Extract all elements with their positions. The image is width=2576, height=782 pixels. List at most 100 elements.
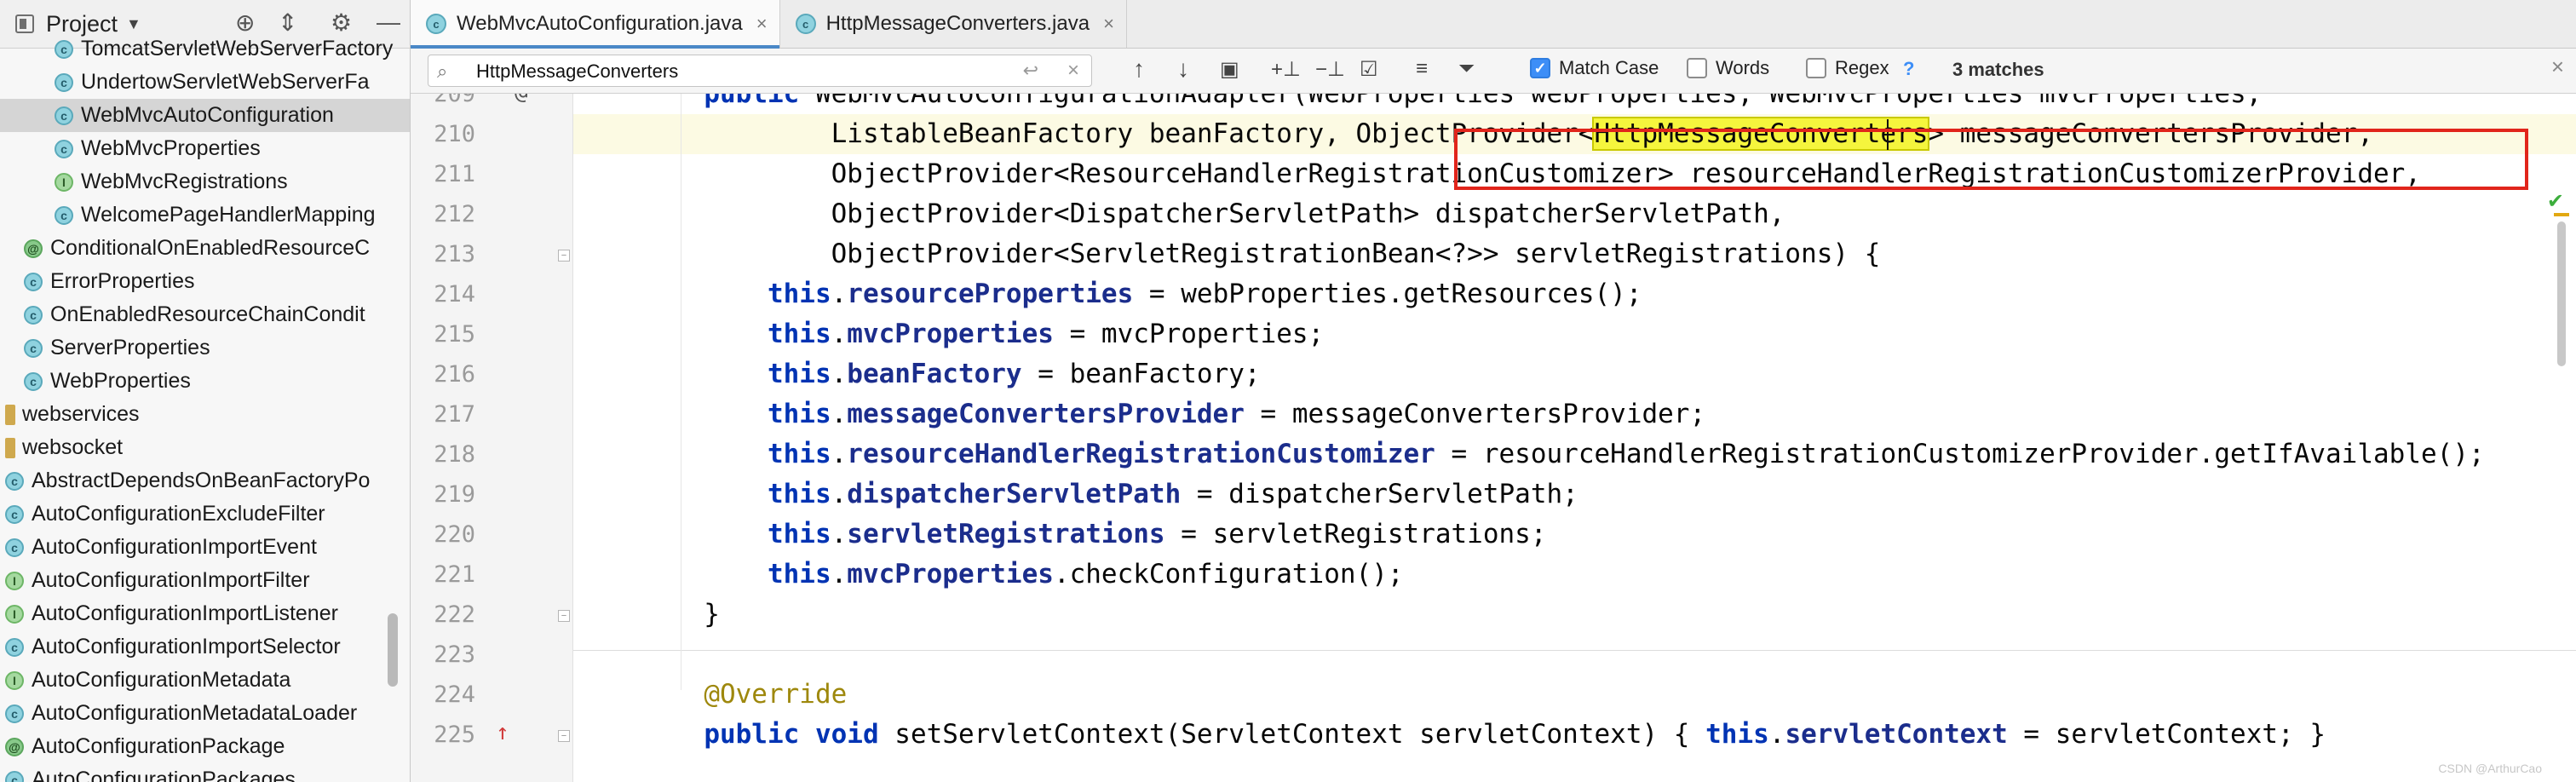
code-line[interactable]: public void setServletContext(ServletCon… (573, 715, 2576, 755)
close-icon[interactable]: × (2551, 54, 2564, 80)
tree-item[interactable]: c ErrorProperties (0, 265, 410, 298)
tree-item[interactable]: c UndertowServletWebServerFa (0, 66, 410, 99)
code-line[interactable]: this.mvcProperties = mvcProperties; (573, 314, 2576, 354)
match-case-checkbox[interactable]: ✓ Match Case (1530, 57, 1659, 79)
tree-item[interactable]: c AutoConfigurationMetadataLoader (0, 697, 410, 730)
words-checkbox[interactable]: Words (1687, 57, 1769, 79)
tree-item[interactable]: I AutoConfigurationImportFilter (0, 564, 410, 597)
fold-icon[interactable]: − (558, 610, 570, 622)
project-scrollbar[interactable] (388, 613, 398, 687)
code-token: this (767, 359, 831, 389)
close-icon[interactable]: × (1103, 13, 1114, 35)
tab-webmvcautoconfiguration[interactable]: c WebMvcAutoConfiguration.java × (411, 0, 780, 49)
tree-item[interactable]: c WebMvcProperties (0, 132, 410, 165)
tree-item-label: AutoConfigurationImportSelector (32, 635, 341, 658)
code-line[interactable]: this.mvcProperties.checkConfiguration(); (573, 555, 2576, 595)
code-token: resourceProperties (847, 279, 1134, 309)
code-area[interactable]: public WebMvcAutoConfigurationAdapter(We… (573, 94, 2576, 782)
next-occurrence-icon[interactable]: ↓ (1177, 55, 1189, 83)
new-line-icon[interactable]: ↩ (1023, 60, 1038, 82)
code-token: this (767, 439, 831, 469)
editor-scrollbar[interactable] (2557, 221, 2566, 366)
tab-label: HttpMessageConverters.java (825, 12, 1090, 35)
code-line[interactable]: ObjectProvider<ServletRegistrationBean<?… (573, 234, 2576, 274)
chevron-down-icon[interactable]: ▼ (126, 15, 141, 33)
tree-item[interactable]: c AutoConfigurationExcludeFilter (0, 497, 410, 531)
code-token: = messageConvertersProvider; (1244, 399, 1706, 429)
code-line[interactable]: @Override (573, 675, 2576, 715)
tree-item[interactable]: @ AutoConfigurationPackage (0, 730, 410, 763)
search-box[interactable]: ⌕ ↩ × (428, 55, 1092, 87)
regex-help-link[interactable]: ? (1903, 58, 1914, 80)
tree-item[interactable]: c OnEnabledResourceChainCondit (0, 298, 410, 331)
clear-icon[interactable]: × (1067, 59, 1079, 83)
select-occurrences-icon[interactable]: ☑ (1360, 57, 1378, 82)
tree-item[interactable]: c WebMvcAutoConfiguration (0, 99, 410, 132)
tree-item[interactable]: c AbstractDependsOnBeanFactoryPo (0, 464, 410, 497)
tree-item[interactable]: I AutoConfigurationMetadata (0, 664, 410, 697)
tree-item-label: ConditionalOnEnabledResourceC (50, 236, 371, 260)
code-line[interactable]: this.resourceHandlerRegistrationCustomiz… (573, 434, 2576, 474)
interface-icon: I (55, 172, 73, 192)
code-token: this (767, 319, 831, 349)
select-all-occurrences-icon[interactable]: ▣ (1220, 57, 1239, 82)
annotation-gutter-icon[interactable]: @ (515, 94, 528, 105)
fold-icon[interactable]: − (558, 730, 570, 742)
code-editor[interactable]: 209 @210 211 212 213 − 214 215 216 217 218 219 220 22… (411, 94, 2576, 782)
code-token: = servletRegistrations; (1164, 519, 1547, 549)
line-number: 222 (434, 601, 475, 628)
words-box[interactable] (1687, 58, 1707, 78)
tree-item[interactable]: webservices (0, 398, 410, 431)
code-token: WebMvcAutoConfigurationAdapter(WebProper… (799, 94, 2263, 109)
interface-icon: I (5, 670, 24, 690)
tree-item-label: WebMvcRegistrations (81, 170, 288, 193)
fold-icon[interactable]: − (558, 250, 570, 262)
code-line[interactable]: public WebMvcAutoConfigurationAdapter(We… (573, 94, 2576, 114)
class-icon: c (5, 504, 24, 524)
tree-item[interactable]: c AutoConfigurationPackages (0, 763, 410, 782)
remove-occurrence-icon[interactable]: −⊥ (1315, 57, 1345, 82)
code-line[interactable]: this.messageConvertersProvider = message… (573, 394, 2576, 434)
search-input[interactable] (474, 59, 989, 84)
override-gutter-icon[interactable]: ↑ (496, 720, 509, 745)
search-icon[interactable]: ⌕ (437, 60, 447, 83)
previous-occurrence-icon[interactable]: ↑ (1133, 55, 1145, 83)
match-case-box[interactable]: ✓ (1530, 58, 1550, 78)
tree-item-label: TomcatServletWebServerFactory (81, 37, 394, 60)
tree-item[interactable]: c AutoConfigurationImportEvent (0, 531, 410, 564)
tree-item[interactable]: c WebProperties (0, 365, 410, 398)
filter-icon[interactable]: ⏷ (1458, 57, 1475, 81)
code-line[interactable]: this.beanFactory = beanFactory; (573, 354, 2576, 394)
code-token: = resourceHandlerRegistrationCustomizerP… (1435, 439, 2485, 469)
tree-item[interactable]: c TomcatServletWebServerFactory (0, 32, 410, 66)
regex-box[interactable] (1806, 58, 1826, 78)
tab-httpmessageconverters[interactable]: c HttpMessageConverters.java × (780, 0, 1127, 48)
class-icon: c (426, 14, 446, 34)
code-line[interactable]: this.servletRegistrations = servletRegis… (573, 515, 2576, 555)
tree-item-label: WelcomePageHandlerMapping (81, 203, 376, 227)
tree-item[interactable]: websocket (0, 431, 410, 464)
scroll-match-marker[interactable] (2554, 213, 2569, 216)
code-line[interactable]: } (573, 595, 2576, 635)
tree-item[interactable]: c AutoConfigurationImportSelector (0, 630, 410, 664)
code-line[interactable] (573, 635, 2576, 675)
tree-item[interactable]: c ServerProperties (0, 331, 410, 365)
line-number: 210 (434, 121, 475, 147)
code-line[interactable]: ObjectProvider<DispatcherServletPath> di… (573, 194, 2576, 234)
regex-checkbox[interactable]: Regex (1806, 57, 1889, 79)
tree-item-label: webservices (22, 402, 140, 426)
inspection-ok-icon[interactable]: ✔ (2547, 189, 2564, 214)
code-line[interactable]: this.resourceProperties = webProperties.… (573, 274, 2576, 314)
tree-item[interactable]: @ ConditionalOnEnabledResourceC (0, 232, 410, 265)
code-line[interactable]: this.dispatcherServletPath = dispatcherS… (573, 474, 2576, 515)
close-icon[interactable]: × (756, 13, 768, 35)
tree-item[interactable]: I AutoConfigurationImportListener (0, 597, 410, 630)
tree-item[interactable]: I WebMvcRegistrations (0, 165, 410, 198)
add-occurrence-icon[interactable]: +⊥ (1271, 57, 1301, 82)
line-number: 216 (434, 361, 475, 388)
filter-results-icon[interactable]: ≡ (1416, 57, 1428, 81)
tree-item[interactable]: c WelcomePageHandlerMapping (0, 198, 410, 232)
project-tree: c TomcatServletWebServerFactory c UndertowS… (0, 37, 410, 782)
tree-item-label: AutoConfigurationPackage (32, 734, 285, 758)
